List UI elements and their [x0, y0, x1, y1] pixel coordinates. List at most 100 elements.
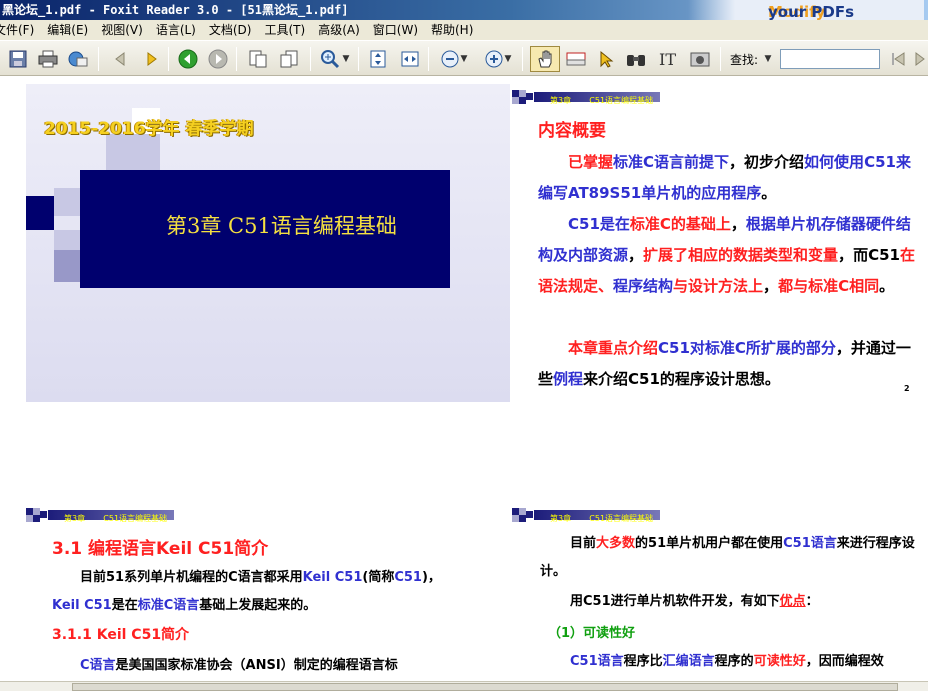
text-run: 而C51 [853, 246, 900, 264]
text-run: ： [805, 594, 819, 609]
document-view[interactable]: 2015-2016学年 春季学期 第3章 C51语言编程基础 第3章 C51语言… [0, 76, 928, 681]
fit-width-icon[interactable] [398, 47, 422, 71]
fit-page-icon[interactable] [366, 47, 390, 71]
toolbar-separator [310, 47, 311, 71]
snapshot-icon[interactable] [688, 47, 712, 71]
text-run: 程序的 [714, 654, 754, 669]
text-run: 已掌握 [568, 153, 614, 171]
semester-label: 2015-2016学年 春季学期 [44, 119, 254, 139]
hand-icon[interactable] [530, 46, 560, 72]
find-icon[interactable] [624, 47, 648, 71]
zoom-dropdown-icon[interactable]: ▼ [340, 47, 352, 71]
header-chapter: 第3章 [550, 514, 572, 523]
page-b-icon[interactable] [278, 47, 302, 71]
text-run: 是美国国家标准协会（ANSI）制定的编程语言标 [115, 658, 398, 673]
page-number: 2 [904, 384, 910, 393]
text-run: 目前 [570, 536, 597, 551]
text-run: 本章重点介绍 [568, 339, 659, 357]
text-run: 大多数 [596, 536, 636, 551]
menu-view[interactable]: 视图(V) [95, 20, 150, 40]
text-run: C语言 [80, 658, 116, 673]
text-run: Keil C51 [302, 570, 363, 585]
horizontal-scrollbar[interactable] [0, 681, 928, 691]
scrollbar-thumb[interactable] [72, 683, 898, 691]
zoom-out-dropdown-icon[interactable]: ▼ [458, 47, 470, 71]
menu-window[interactable]: 窗口(W) [367, 20, 425, 40]
advantages-paragraph-2: 用C51进行单片机软件开发，有如下优点： [540, 588, 920, 616]
text-run: C51语言 [570, 654, 624, 669]
overview-paragraph-2: C51是在标准C的基础上，根据单片机存储器硬件结构及内部资源，扩展了相应的数据类… [538, 209, 918, 302]
toolbar-separator [98, 47, 99, 71]
slide-title: 2015-2016学年 春季学期 第3章 C51语言编程基础 [26, 84, 510, 402]
slide-header: 第3章 C51语言编程基础 [512, 508, 660, 523]
advantage-readability: （1）可读性好 [548, 626, 636, 641]
decor-square [54, 188, 80, 216]
back-icon[interactable] [176, 47, 200, 71]
menu-edit[interactable]: 编辑(E) [41, 20, 95, 40]
slide-header: 第3章 C51语言编程基础 [512, 90, 660, 105]
text-run: 目前51系列单片机编程的C语言都采用 [80, 570, 303, 585]
text-run: ， [838, 246, 854, 264]
advantages-paragraph-3: C51语言程序比汇编语言程序的可读性好，因而编程效 [540, 648, 920, 676]
menu-tools[interactable]: 工具(T) [258, 20, 312, 40]
toolbar-separator [358, 47, 359, 71]
text-run: )， [421, 570, 441, 585]
text-run: 汇编语言 [662, 654, 715, 669]
find-options-dropdown-icon[interactable]: ▼ [762, 47, 774, 71]
text-run: 来介绍C51的程序设计思想。 [583, 370, 780, 388]
header-chapter: 第3章 [64, 514, 86, 523]
text-run: 标准C语言 [137, 598, 200, 613]
text-run: Keil C51 [52, 598, 112, 613]
keil-paragraph-2: C语言是美国国家标准协会（ANSI）制定的编程语言标 [52, 652, 442, 680]
zoom-in-dropdown-icon[interactable]: ▼ [502, 47, 514, 71]
typewriter-icon[interactable]: IT [656, 47, 680, 71]
find-input[interactable] [780, 49, 880, 69]
header-title: C51语言编程基础 [589, 96, 654, 105]
menu-file[interactable]: 文件(F) [0, 20, 41, 40]
text-run: ， [628, 246, 644, 264]
email-icon[interactable] [66, 47, 90, 71]
text-run: 都与标准C相同 [778, 277, 880, 295]
prev-page-icon[interactable] [108, 47, 132, 71]
menu-help[interactable]: 帮助(H) [425, 20, 480, 40]
modify-pdf-ad[interactable]: Modify your PDFs [688, 0, 924, 20]
print-icon[interactable] [36, 47, 60, 71]
text-run: 如何使用 [804, 153, 865, 171]
svg-text:IT: IT [659, 50, 676, 68]
text-run: 程序比 [623, 654, 663, 669]
text-run: 是在 [111, 598, 138, 613]
menu-language[interactable]: 语言(L) [150, 20, 203, 40]
text-run: 的51单片机用户都在使用 [635, 536, 784, 551]
header-chapter: 第3章 [550, 96, 572, 105]
text-run: 基础上发展起来的。 [199, 598, 317, 613]
toolbar-separator [428, 47, 429, 71]
find-previous-icon[interactable] [886, 47, 910, 71]
section-heading: 3.1 编程语言Keil C51简介 [52, 539, 269, 559]
next-page-icon[interactable] [140, 47, 164, 71]
zoom-icon[interactable] [318, 47, 342, 71]
toolbar-separator [168, 47, 169, 71]
select-text-icon[interactable] [564, 47, 588, 71]
chapter-title: 第3章 C51语言编程基础 [166, 214, 397, 238]
page-a-icon[interactable] [246, 47, 270, 71]
text-run: 。 [879, 277, 895, 295]
save-icon[interactable] [6, 47, 30, 71]
overview-paragraph-3: 本章重点介绍C51对标准C所扩展的部分，并通过一些例程来介绍C51的程序设计思想… [538, 333, 918, 395]
find-label: 查找: [730, 53, 759, 67]
forward-icon[interactable] [206, 47, 230, 71]
text-run: 可读性好 [753, 654, 806, 669]
title-band-left [26, 196, 54, 230]
menu-document[interactable]: 文档(D) [203, 20, 259, 40]
pointer-icon[interactable] [594, 47, 618, 71]
text-run: ，初步介绍 [729, 153, 805, 171]
text-run: ， [730, 215, 746, 233]
text-run: 扩展了相应的数据类型和变量 [643, 246, 839, 264]
text-run: 优点 [779, 594, 806, 609]
menu-advanced[interactable]: 高级(A) [312, 20, 367, 40]
window-title: 黑论坛_1.pdf - Foxit Reader 3.0 - [51黑论坛_1.… [2, 3, 349, 17]
ad-text-pdfs: your PDFs [768, 3, 855, 20]
find-next-icon[interactable] [912, 47, 928, 71]
text-run: 。 [761, 184, 777, 202]
toolbar-separator [720, 47, 721, 71]
overview-heading: 内容概要 [538, 121, 606, 141]
